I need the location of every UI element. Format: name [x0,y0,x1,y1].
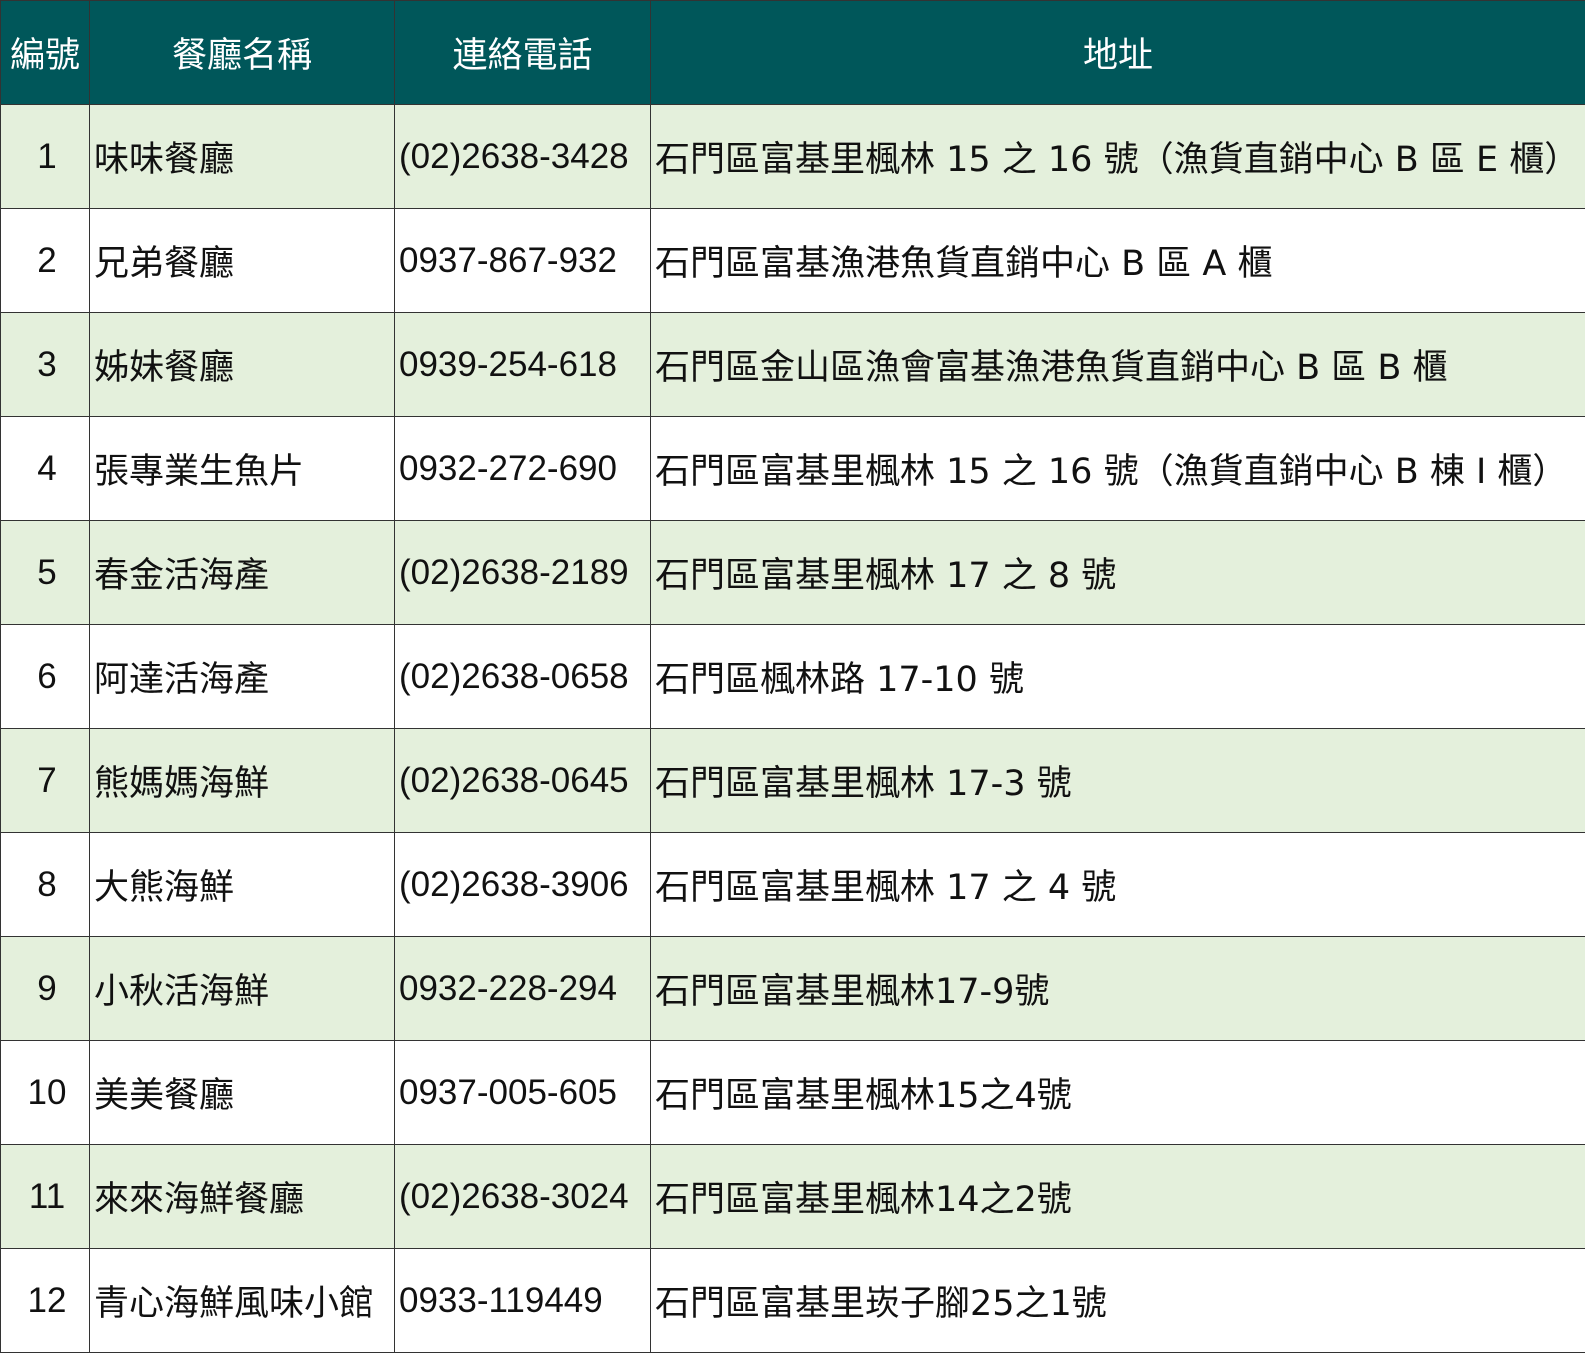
cell-address: 石門區富基里楓林14之2號 [650,1144,1585,1249]
cell-phone: (02)2638-3428 [394,104,651,209]
cell-no: 5 [0,520,90,625]
cell-no: 7 [0,728,90,833]
table-row: 6 阿達活海產 (02)2638-0658 石門區楓林路 17-10 號 [0,624,1585,729]
cell-phone: 0937-005-605 [394,1040,651,1145]
cell-no: 9 [0,936,90,1041]
cell-address: 石門區富基里楓林 17-3 號 [650,728,1585,833]
cell-no: 8 [0,832,90,937]
cell-address: 石門區富基里楓林 17 之 4 號 [650,832,1585,937]
cell-phone: 0937-867-932 [394,208,651,313]
table-row: 11 來來海鮮餐廳 (02)2638-3024 石門區富基里楓林14之2號 [0,1144,1585,1249]
table-row: 4 張專業生魚片 0932-272-690 石門區富基里楓林 15 之 16 號… [0,416,1585,521]
table-row: 12 青心海鮮風味小館 0933-119449 石門區富基里崁子腳25之1號 [0,1248,1585,1353]
cell-name: 姊妹餐廳 [89,312,395,417]
table-row: 2 兄弟餐廳 0937-867-932 石門區富基漁港魚貨直銷中心 B 區 A … [0,208,1585,313]
table-row: 9 小秋活海鮮 0932-228-294 石門區富基里楓林17-9號 [0,936,1585,1041]
cell-name: 來來海鮮餐廳 [89,1144,395,1249]
cell-name: 張專業生魚片 [89,416,395,521]
cell-no: 3 [0,312,90,417]
header-row: 編號 餐廳名稱 連絡電話 地址 [0,0,1585,105]
cell-phone: (02)2638-3024 [394,1144,651,1249]
cell-no: 6 [0,624,90,729]
cell-address: 石門區富基里楓林15之4號 [650,1040,1585,1145]
cell-no: 1 [0,104,90,209]
cell-phone: 0932-272-690 [394,416,651,521]
cell-name: 兄弟餐廳 [89,208,395,313]
cell-phone: (02)2638-0658 [394,624,651,729]
cell-address: 石門區富基里崁子腳25之1號 [650,1248,1585,1353]
cell-phone: (02)2638-2189 [394,520,651,625]
table-row: 5 春金活海產 (02)2638-2189 石門區富基里楓林 17 之 8 號 [0,520,1585,625]
header-no: 編號 [0,0,90,105]
cell-name: 美美餐廳 [89,1040,395,1145]
header-name: 餐廳名稱 [89,0,395,105]
cell-address: 石門區富基里楓林 15 之 16 號（漁貨直銷中心 B 棟 I 櫃） [650,416,1585,521]
header-address: 地址 [650,0,1585,105]
table-row: 3 姊妹餐廳 0939-254-618 石門區金山區漁會富基漁港魚貨直銷中心 B… [0,312,1585,417]
cell-name: 大熊海鮮 [89,832,395,937]
cell-name: 青心海鮮風味小館 [89,1248,395,1353]
cell-phone: 0932-228-294 [394,936,651,1041]
cell-name: 味味餐廳 [89,104,395,209]
cell-name: 春金活海產 [89,520,395,625]
cell-address: 石門區金山區漁會富基漁港魚貨直銷中心 B 區 B 櫃 [650,312,1585,417]
cell-phone: 0933-119449 [394,1248,651,1353]
table-body: 1 味味餐廳 (02)2638-3428 石門區富基里楓林 15 之 16 號（… [0,104,1585,1353]
cell-phone: (02)2638-0645 [394,728,651,833]
table-row: 10 美美餐廳 0937-005-605 石門區富基里楓林15之4號 [0,1040,1585,1145]
cell-name: 小秋活海鮮 [89,936,395,1041]
cell-address: 石門區富基里楓林 15 之 16 號（漁貨直銷中心 B 區 E 櫃） [650,104,1585,209]
cell-name: 熊媽媽海鮮 [89,728,395,833]
cell-no: 11 [0,1144,90,1249]
cell-no: 4 [0,416,90,521]
cell-address: 石門區富基里楓林 17 之 8 號 [650,520,1585,625]
cell-no: 10 [0,1040,90,1145]
table-row: 1 味味餐廳 (02)2638-3428 石門區富基里楓林 15 之 16 號（… [0,104,1585,209]
cell-no: 2 [0,208,90,313]
cell-no: 12 [0,1248,90,1353]
cell-address: 石門區富基漁港魚貨直銷中心 B 區 A 櫃 [650,208,1585,313]
restaurant-table: 編號 餐廳名稱 連絡電話 地址 1 味味餐廳 (02)2638-3428 石門區… [0,0,1585,1353]
header-phone: 連絡電話 [394,0,651,105]
cell-address: 石門區富基里楓林17-9號 [650,936,1585,1041]
table-row: 7 熊媽媽海鮮 (02)2638-0645 石門區富基里楓林 17-3 號 [0,728,1585,833]
cell-phone: (02)2638-3906 [394,832,651,937]
cell-address: 石門區楓林路 17-10 號 [650,624,1585,729]
table-header: 編號 餐廳名稱 連絡電話 地址 [0,0,1585,105]
cell-name: 阿達活海產 [89,624,395,729]
cell-phone: 0939-254-618 [394,312,651,417]
table-row: 8 大熊海鮮 (02)2638-3906 石門區富基里楓林 17 之 4 號 [0,832,1585,937]
